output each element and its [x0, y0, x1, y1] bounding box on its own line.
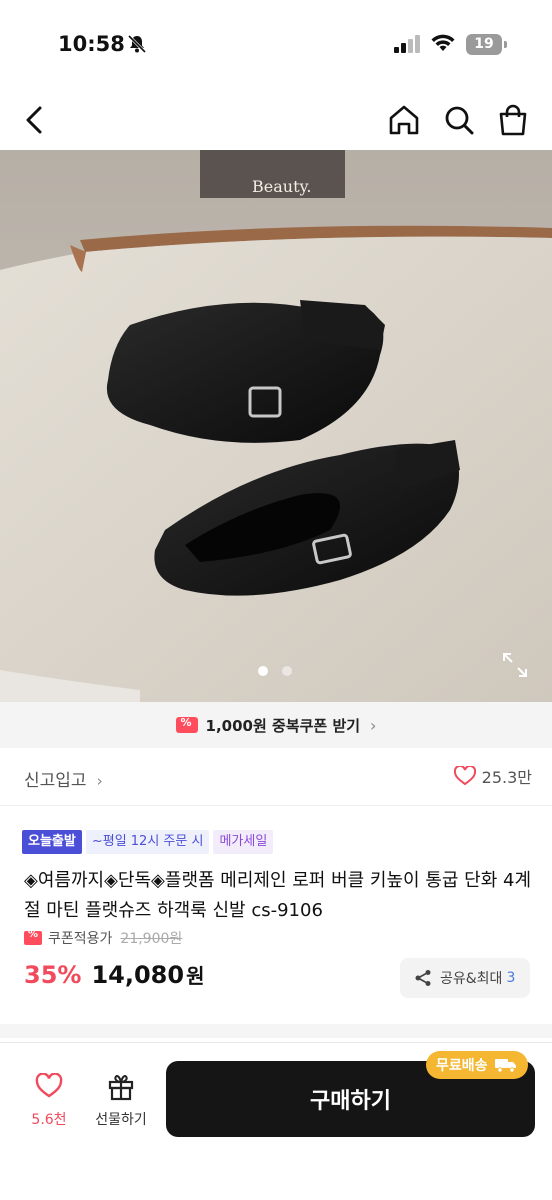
delivery-truck-icon — [494, 1059, 516, 1073]
section-divider — [0, 1024, 552, 1038]
status-time: 10:58 — [58, 32, 125, 56]
gift-button[interactable]: 선물하기 — [88, 1073, 154, 1129]
chevron-right-icon: › — [370, 715, 377, 735]
product-like-count: 5.6천 — [31, 1112, 67, 1128]
bottom-action-bar: 5.6천 선물하기 구매하기 무료배송 — [0, 1042, 552, 1200]
carousel-dot[interactable] — [282, 666, 292, 676]
top-nav — [0, 92, 552, 150]
product-badges: 오늘출발 ~평일 12시 주문 시 메가세일 — [22, 830, 274, 854]
store-link[interactable]: 신고입고 › — [24, 766, 103, 791]
store-name: 신고입고 — [24, 771, 87, 791]
cellular-signal-icon — [394, 35, 420, 53]
badge-order-cutoff: ~평일 12시 주문 시 — [85, 830, 210, 854]
discount-rate: 35% — [24, 961, 82, 989]
chevron-right-icon: › — [96, 772, 103, 790]
buy-button-label: 구매하기 — [310, 1089, 391, 1114]
product-image-carousel[interactable]: Beauty. — [0, 150, 552, 702]
battery-indicator: 19 — [466, 34, 507, 55]
badge-mega-sale: 메가세일 — [213, 830, 274, 854]
heart-icon — [35, 1072, 63, 1098]
sale-price: 14,080 — [91, 961, 185, 989]
heart-icon — [453, 766, 476, 786]
store-like-button[interactable]: 25.3만 — [453, 764, 532, 788]
status-bar: 10:58 19 — [0, 0, 552, 92]
duplicate-coupon-banner[interactable]: 1,000원 중복쿠폰 받기 › — [0, 702, 552, 748]
back-arrow-icon[interactable] — [18, 100, 54, 140]
shopping-bag-icon[interactable] — [494, 100, 532, 140]
store-row: 신고입고 › 25.3만 — [0, 748, 552, 806]
price-row: 35% 14,080 원 — [24, 960, 204, 989]
search-icon[interactable] — [440, 100, 478, 140]
gift-icon — [108, 1075, 134, 1101]
product-title: ◈여름까지◈단독◈플랫폼 메리제인 로퍼 버클 키높이 통굽 단화 4계절 마틴… — [24, 870, 532, 921]
coupon-price-label: 쿠폰적용가 — [48, 931, 113, 947]
carousel-dots — [258, 666, 298, 676]
coupon-banner-label: 1,000원 중복쿠폰 받기 — [205, 716, 361, 735]
coupon-tag-icon — [24, 929, 42, 945]
home-icon[interactable] — [385, 100, 423, 140]
carousel-dot-active[interactable] — [258, 666, 268, 676]
currency-unit: 원 — [186, 964, 205, 988]
free-shipping-label: 무료배송 — [436, 1058, 488, 1074]
coupon-price-line: 쿠폰적용가 21,900원 — [24, 928, 182, 948]
product-photo: Beauty. — [0, 150, 552, 702]
product-like-button[interactable]: 5.6천 — [24, 1072, 74, 1129]
share-reward-count: 3 — [506, 970, 516, 986]
free-shipping-badge: 무료배송 — [426, 1051, 528, 1079]
wifi-icon — [431, 34, 455, 51]
fullscreen-expand-icon[interactable] — [500, 650, 530, 680]
wall-card-text: Beauty. — [252, 177, 312, 196]
share-button[interactable]: 공유&최대 3 — [400, 958, 530, 998]
bell-muted-icon — [127, 34, 147, 54]
original-price: 21,900원 — [120, 931, 183, 947]
coupon-tag-icon — [175, 716, 198, 733]
share-label: 공유&최대 — [440, 971, 503, 987]
share-icon — [415, 970, 431, 986]
store-like-count: 25.3만 — [481, 768, 532, 787]
badge-today-ship: 오늘출발 — [22, 830, 82, 854]
gift-label: 선물하기 — [95, 1112, 147, 1128]
